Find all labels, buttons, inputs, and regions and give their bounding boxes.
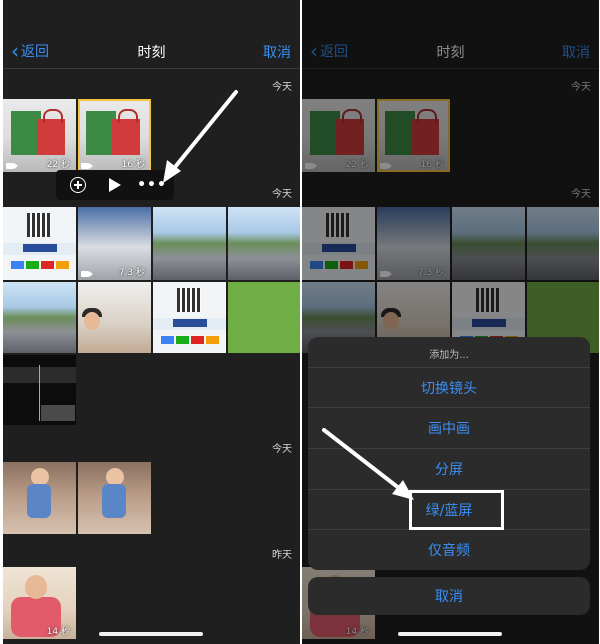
photo-thumbnail[interactable]: [228, 207, 300, 280]
option-audio-only[interactable]: 仅音频: [308, 529, 590, 570]
qr-code: [177, 288, 201, 312]
play-button[interactable]: [97, 170, 133, 200]
photo-thumbnail[interactable]: [153, 207, 226, 280]
video-thumbnail[interactable]: 14 秒: [3, 567, 76, 639]
clip-action-bar: •••: [56, 170, 174, 200]
nav-bar: ‹ 返回 时刻 取消: [3, 34, 300, 68]
section-day-label: 今天: [272, 82, 292, 93]
body-shape: [27, 484, 51, 518]
section-day-label: 昨天: [272, 550, 292, 561]
bag-shape: [112, 119, 140, 155]
payment-logos: [161, 336, 219, 344]
bag-handle: [118, 109, 138, 123]
highlight-box: [409, 490, 504, 530]
plus-circle-icon: [70, 177, 86, 193]
add-clip-button[interactable]: [60, 170, 96, 200]
photo-thumbnail[interactable]: [3, 462, 76, 534]
body-shape: [102, 484, 126, 518]
photo-thumbnail[interactable]: [3, 282, 76, 353]
bag-handle: [43, 109, 63, 123]
video-thumbnail-selected[interactable]: 16 秒: [78, 99, 151, 172]
photo-thumbnail[interactable]: [78, 462, 151, 534]
home-indicator: [99, 632, 203, 636]
payment-logos: [11, 261, 69, 269]
divider: [3, 68, 300, 69]
video-camera-icon: [81, 271, 93, 277]
text-block: [23, 244, 57, 252]
sheet-title: 添加为...: [429, 350, 469, 361]
cancel-button[interactable]: 取消: [263, 42, 291, 62]
duration-label: 7.3 秒: [118, 268, 145, 278]
head-shape: [25, 575, 47, 599]
option-cutaway[interactable]: 切换镜头: [308, 367, 590, 408]
video-thumbnail[interactable]: 22 秒: [3, 99, 76, 172]
home-indicator: [398, 632, 502, 636]
add-as-action-sheet: 添加为... 切换镜头 画中画 分屏 绿/蓝屏 仅音频: [308, 337, 590, 570]
bag-shape: [37, 119, 65, 155]
play-icon: [109, 178, 121, 192]
playhead-line: [39, 365, 40, 421]
video-camera-icon: [81, 163, 93, 169]
clip-block: [41, 405, 75, 421]
more-button[interactable]: •••: [134, 170, 170, 200]
photo-thumbnail[interactable]: [153, 282, 226, 353]
face-shape: [84, 312, 100, 330]
page-title: 时刻: [137, 45, 166, 61]
duration-label: 14 秒: [46, 627, 70, 637]
option-split-screen[interactable]: 分屏: [308, 448, 590, 489]
section-day-label: 今天: [272, 189, 292, 200]
video-thumbnail[interactable]: [3, 355, 76, 425]
left-screen: ‹ 返回 时刻 取消 今天 22 秒 16 秒 ••• 今天 7.3 秒 今天 昨…: [3, 0, 300, 644]
right-screen: ‹ 返回 时刻 取消 今天 22 秒 16 秒 今天 7.3 秒 14 秒 添加为…: [302, 0, 599, 644]
photo-thumbnail[interactable]: [78, 282, 151, 353]
qr-code: [27, 213, 51, 237]
video-thumbnail[interactable]: 7.3 秒: [78, 207, 151, 280]
text-block: [173, 319, 207, 327]
section-day-label: 今天: [272, 444, 292, 455]
duration-label: 16 秒: [121, 160, 145, 170]
more-icon: •••: [137, 177, 167, 193]
photo-thumbnail[interactable]: [3, 207, 76, 280]
duration-label: 22 秒: [46, 160, 70, 170]
option-picture-in-picture[interactable]: 画中画: [308, 407, 590, 448]
photo-thumbnail[interactable]: [228, 282, 300, 353]
sheet-cancel-button[interactable]: 取消: [308, 577, 590, 615]
video-camera-icon: [6, 163, 18, 169]
